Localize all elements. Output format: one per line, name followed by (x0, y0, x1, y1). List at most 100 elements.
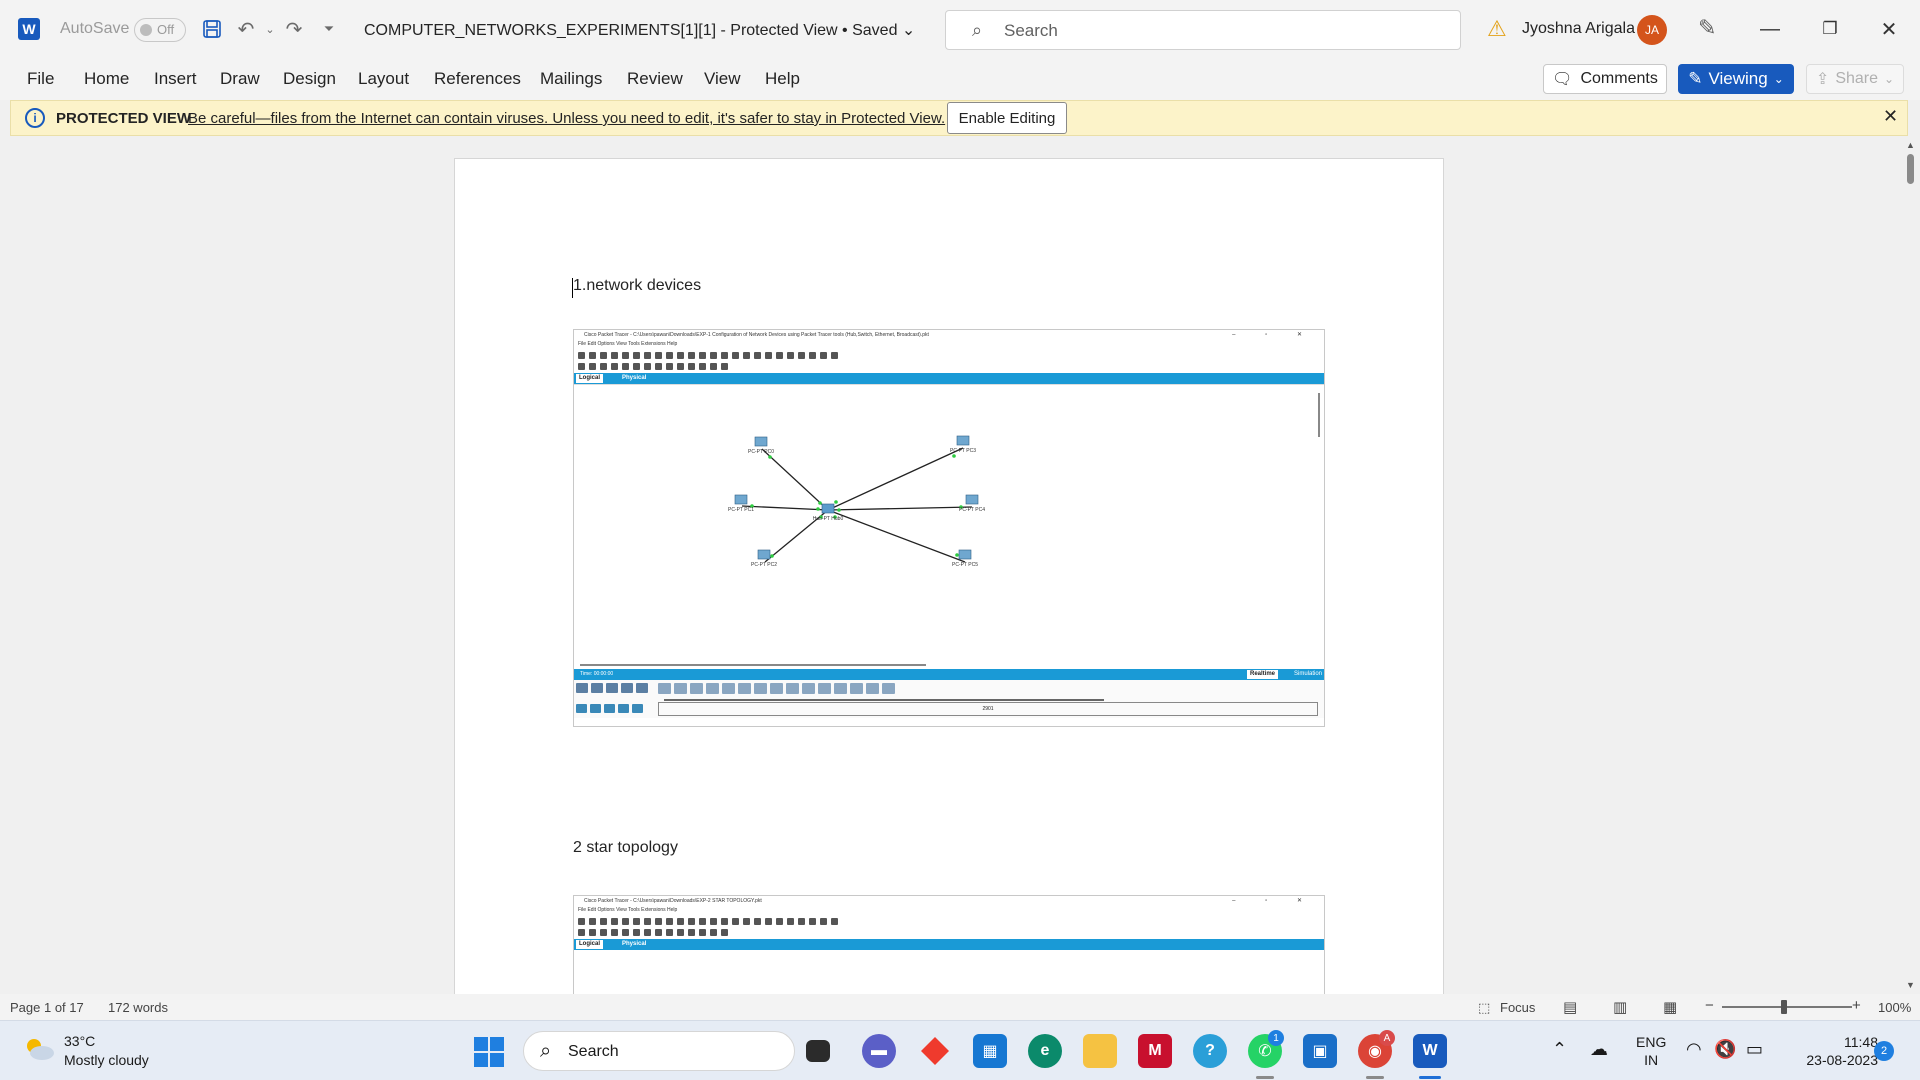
protected-view-bar: i PROTECTED VIEW Be careful—files from t… (10, 100, 1908, 136)
cloud-sun-icon[interactable] (22, 1036, 56, 1062)
autosave-label: AutoSave (60, 20, 130, 37)
minimize-button[interactable]: — (1755, 14, 1785, 44)
scrollbar-thumb[interactable] (1907, 154, 1914, 184)
mcafee-icon[interactable]: M (1138, 1034, 1172, 1068)
pt-status-bar: Time: 00:00:00 Realtime Simulation (574, 669, 1324, 680)
save-icon[interactable] (199, 16, 225, 42)
teams-chat-icon[interactable]: ▬ (862, 1034, 896, 1068)
wifi-icon[interactable]: ◠ (1686, 1039, 1702, 1060)
pt-menu: File Edit Options View Tools Extensions … (578, 907, 678, 913)
viewing-mode-button[interactable]: ✎ Viewing ⌄ (1678, 64, 1794, 94)
pt-toolbar (574, 915, 1324, 939)
battery-icon[interactable]: ▭ (1746, 1039, 1763, 1060)
pt-toolbar-row (578, 918, 838, 926)
tab-help[interactable]: Help (765, 69, 800, 89)
pt-menu: File Edit Options View Tools Extensions … (578, 341, 678, 347)
node-label-pc1: PC-PT PC1 (728, 507, 754, 513)
packet-tracer-screenshot-1: Cisco Packet Tracer - C:\Users\pawan\Dow… (573, 329, 1325, 727)
document-area: 1.network devices Cisco Packet Tracer - … (0, 138, 1920, 994)
pen-icon[interactable]: ✎ (1698, 15, 1716, 41)
volume-muted-icon[interactable]: 🔇 (1714, 1039, 1736, 1060)
pt-horizontal-scrollbar (580, 664, 926, 666)
notification-badge[interactable]: 2 (1874, 1041, 1894, 1061)
focus-button[interactable]: Focus (1500, 1000, 1535, 1015)
zoom-in-icon[interactable]: + (1852, 997, 1861, 1014)
tab-home[interactable]: Home (84, 69, 129, 89)
weather-description[interactable]: Mostly cloudy (64, 1052, 149, 1068)
document-vertical-scrollbar[interactable]: ▲ ▼ (1902, 138, 1920, 994)
file-explorer-icon[interactable] (1083, 1034, 1117, 1068)
pt-realtime: Realtime (1246, 670, 1278, 679)
pt-simulation: Simulation (1293, 671, 1322, 677)
search-input[interactable]: ⌕ Search (945, 10, 1461, 50)
zoom-level[interactable]: 100% (1878, 1000, 1911, 1015)
taskbar-search[interactable]: ⌕ Search (523, 1031, 795, 1071)
get-help-icon[interactable]: ? (1193, 1034, 1227, 1068)
page-count[interactable]: Page 1 of 17 (10, 1000, 84, 1015)
warning-icon[interactable]: ⚠ (1487, 16, 1507, 42)
title-bar: W AutoSave Off ↶ ⌄ ↷ ⏷ COMPUTER_NETWORKS… (0, 0, 1920, 58)
enable-editing-button[interactable]: Enable Editing (947, 102, 1067, 134)
weather-temperature[interactable]: 33°C (64, 1033, 95, 1049)
tab-mailings[interactable]: Mailings (540, 69, 602, 89)
pt-tab-logical: Logical (576, 940, 604, 949)
undo-dropdown-icon[interactable]: ⌄ (257, 16, 283, 42)
pt-tab-physical: Physical (622, 375, 647, 381)
user-name[interactable]: Jyoshna Arigala (1522, 20, 1635, 38)
pt-device-subcategories (576, 704, 643, 713)
web-layout-icon[interactable]: ▦ (1663, 998, 1677, 1016)
tab-design[interactable]: Design (283, 69, 336, 89)
tab-layout[interactable]: Layout (358, 69, 409, 89)
autosave-toggle[interactable]: Off (134, 18, 186, 42)
undo-icon[interactable]: ↶ (233, 16, 259, 42)
shield-info-icon: i (25, 108, 45, 128)
tab-file[interactable]: File (27, 69, 54, 89)
clock[interactable]: 11:48 23-08-2023 (1786, 1033, 1878, 1069)
close-button[interactable]: ✕ (1874, 14, 1904, 44)
app-window-icon[interactable]: ▣ (1303, 1034, 1337, 1068)
task-view-icon[interactable] (806, 1040, 830, 1062)
word-taskbar-icon[interactable]: W (1413, 1034, 1447, 1068)
zoom-out-icon[interactable]: − (1705, 997, 1714, 1014)
pt-toolbar-row (578, 352, 838, 360)
pt-toolbar-row (578, 363, 728, 371)
customize-qat-icon[interactable]: ⏷ (316, 16, 342, 42)
tab-references[interactable]: References (434, 69, 521, 89)
node-label-hub0: Hub-PT Hub0 (813, 516, 844, 522)
word-count[interactable]: 172 words (108, 1000, 168, 1015)
language-indicator[interactable]: ENG IN (1636, 1033, 1666, 1069)
pt-device-panel: 2901 (574, 680, 1324, 718)
pt-device-model-label: 2901 (658, 702, 1318, 716)
scroll-up-icon[interactable]: ▲ (1906, 140, 1915, 150)
store-icon[interactable]: ▦ (973, 1034, 1007, 1068)
avatar[interactable]: JA (1637, 15, 1667, 45)
tab-review[interactable]: Review (627, 69, 683, 89)
show-hidden-icons[interactable]: ⌃ (1552, 1039, 1567, 1060)
pt-window-title: Cisco Packet Tracer - C:\Users\pawan\Dow… (574, 330, 1324, 340)
comments-button[interactable]: 🗨 Comments (1543, 64, 1667, 94)
close-icon[interactable]: ✕ (1883, 106, 1898, 127)
print-layout-icon[interactable]: ▥ (1613, 998, 1627, 1016)
scroll-down-icon[interactable]: ▼ (1906, 980, 1915, 990)
start-button[interactable] (474, 1037, 504, 1067)
zoom-slider[interactable] (1722, 1006, 1852, 1008)
anydesk-icon[interactable] (918, 1034, 952, 1068)
tab-draw[interactable]: Draw (220, 69, 260, 89)
zoom-slider-thumb[interactable] (1781, 1000, 1787, 1014)
node-label-pc5: PC-PT PC5 (952, 562, 978, 568)
pt-device-scroll (664, 699, 1104, 701)
protected-view-message[interactable]: Be careful—files from the Internet can c… (188, 110, 945, 127)
packet-tracer-screenshot-2: Cisco Packet Tracer - C:\Users\pawan\Dow… (573, 895, 1325, 994)
redo-icon[interactable]: ↷ (281, 16, 307, 42)
document-page: 1.network devices Cisco Packet Tracer - … (454, 158, 1444, 994)
tab-view[interactable]: View (704, 69, 741, 89)
restore-button[interactable]: ❐ (1815, 14, 1845, 44)
pen-icon: ✎ (1688, 69, 1703, 88)
share-button[interactable]: ⇪ Share ⌄ (1806, 64, 1904, 94)
read-mode-icon[interactable]: ▤ (1563, 998, 1577, 1016)
heading-star-topology: 2 star topology (573, 839, 678, 856)
onedrive-icon[interactable]: ☁ (1590, 1039, 1608, 1060)
edge-icon[interactable]: e (1028, 1034, 1062, 1068)
document-title[interactable]: COMPUTER_NETWORKS_EXPERIMENTS[1][1] - Pr… (364, 20, 915, 40)
tab-insert[interactable]: Insert (154, 69, 197, 89)
